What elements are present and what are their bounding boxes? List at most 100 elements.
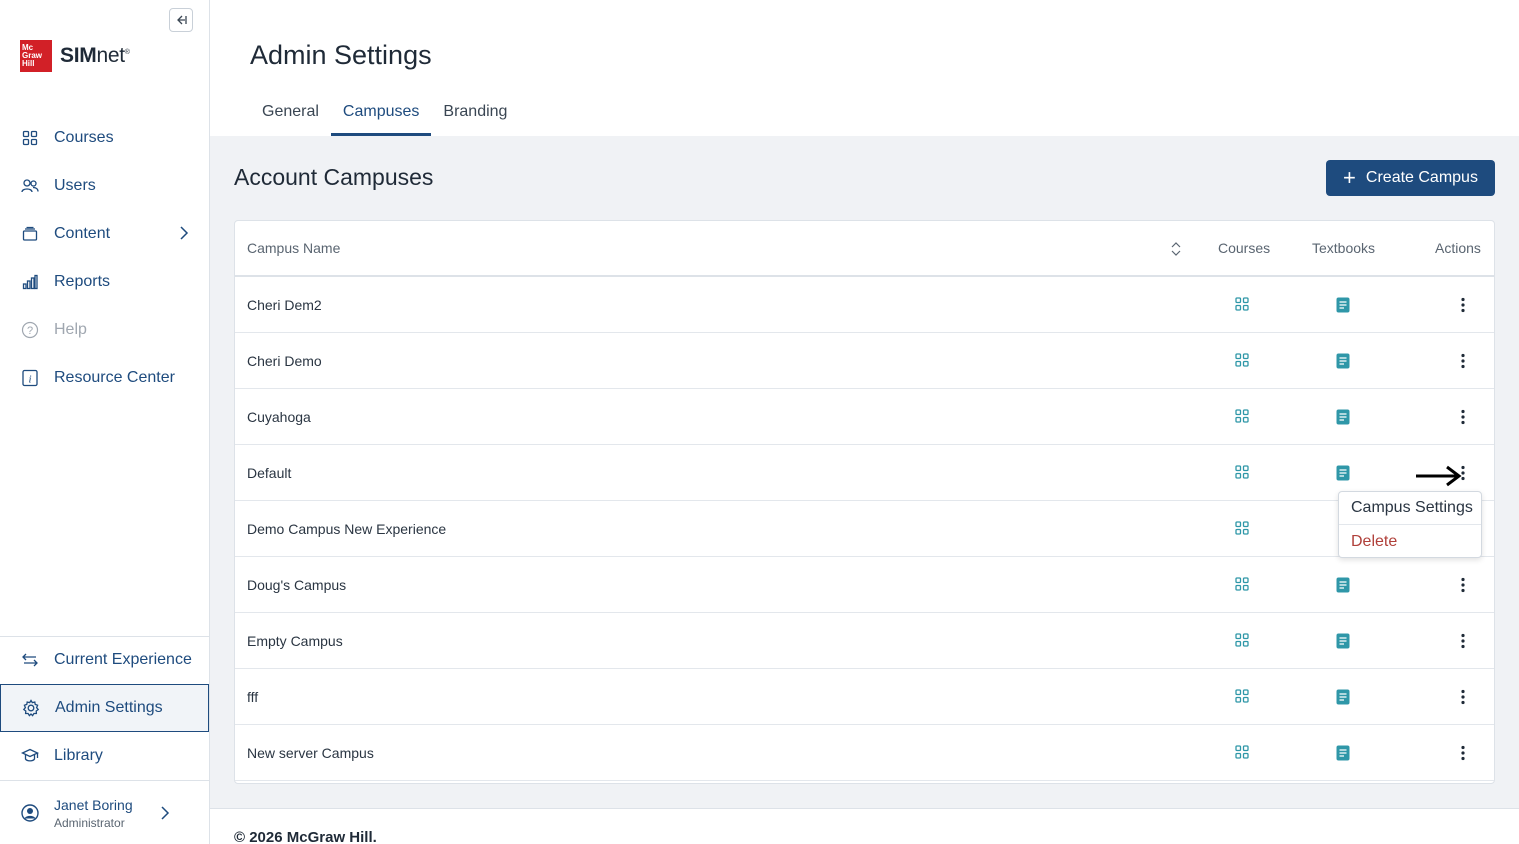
kebab-menu-icon[interactable]: [1455, 407, 1471, 427]
sidebar-item-library[interactable]: Library: [0, 733, 209, 779]
svg-text:?: ?: [27, 325, 33, 337]
tab-general[interactable]: General: [250, 96, 331, 136]
mcgraw-hill-logo: Mc Graw Hill: [20, 40, 52, 72]
tab-campuses[interactable]: Campuses: [330, 96, 432, 136]
sidebar-item-label: Courses: [54, 129, 114, 146]
campus-name: Cuyahoga: [247, 408, 311, 425]
courses-grid-icon[interactable]: [1235, 521, 1249, 540]
kebab-menu-icon[interactable]: [1455, 295, 1471, 315]
info-icon: i: [20, 368, 40, 388]
table-row: Doug's Campus: [235, 557, 1494, 613]
sidebar-item-users[interactable]: Users: [0, 163, 209, 209]
sidebar-divider: [0, 780, 209, 781]
courses-grid-icon[interactable]: [1235, 353, 1249, 372]
sidebar-item-label: Resource Center: [54, 369, 175, 386]
textbook-icon[interactable]: [1336, 577, 1350, 598]
delete-menu-item[interactable]: Delete: [1339, 525, 1481, 558]
sidebar-item-label: Help: [54, 321, 87, 338]
courses-grid-icon[interactable]: [1235, 297, 1249, 316]
courses-grid-icon[interactable]: [1235, 689, 1249, 708]
svg-text:i: i: [28, 374, 31, 386]
pointer-arrow-icon: [1416, 465, 1462, 487]
help-icon: ?: [20, 320, 40, 340]
sidebar-item-label: Users: [54, 177, 96, 194]
sidebar-item-label: Content: [54, 225, 111, 242]
column-header-courses: Courses: [1218, 240, 1271, 256]
sidebar-item-courses[interactable]: Courses: [0, 115, 209, 161]
user-profile[interactable]: Janet Boring Administrator: [0, 782, 209, 844]
sidebar-item-help[interactable]: ? Help: [0, 307, 209, 353]
campus-name: New server Campus: [247, 744, 374, 761]
campus-settings-menu-item[interactable]: Campus Settings: [1339, 492, 1481, 525]
sidebar-item-admin-settings[interactable]: Admin Settings: [0, 684, 209, 732]
column-header-actions: Actions: [1435, 240, 1481, 256]
table-row: Cuyahoga: [235, 389, 1494, 445]
user-avatar-icon: [21, 804, 39, 822]
courses-grid-icon[interactable]: [1235, 465, 1249, 484]
courses-grid-icon[interactable]: [1235, 409, 1249, 428]
textbook-icon[interactable]: [1336, 745, 1350, 766]
users-icon: [20, 176, 40, 196]
courses-grid-icon[interactable]: [1235, 577, 1249, 596]
table-header: Campus Name Courses Textbooks Actions: [235, 221, 1494, 277]
kebab-menu-icon[interactable]: [1455, 351, 1471, 371]
folder-icon: [20, 224, 40, 244]
section-title: Account Campuses: [234, 164, 434, 190]
create-campus-label: Create Campus: [1365, 169, 1478, 186]
footer: © 2026 McGraw Hill.: [210, 808, 1519, 844]
graduation-cap-icon: [20, 746, 40, 766]
tab-branding[interactable]: Branding: [431, 96, 519, 136]
table-body: Cheri Dem2 Cheri Demo Cuyahoga Default Demo …: [235, 277, 1494, 781]
kebab-menu-icon[interactable]: [1455, 743, 1471, 763]
sidebar-item-current-experience[interactable]: Current Experience: [0, 637, 209, 683]
column-header-textbooks: Textbooks: [1312, 240, 1376, 256]
kebab-menu-icon[interactable]: [1455, 687, 1471, 707]
page-title: Admin Settings: [250, 40, 432, 70]
campus-name: Demo Campus New Experience: [247, 520, 447, 537]
sidebar-item-label: Current Experience: [54, 651, 192, 668]
textbook-icon[interactable]: [1336, 689, 1350, 710]
sidebar-item-resource-center[interactable]: i Resource Center: [0, 355, 209, 401]
textbook-icon[interactable]: [1336, 353, 1350, 374]
actions-dropdown-menu: Campus Settings Delete: [1338, 491, 1482, 558]
user-name: Janet Boring: [54, 796, 133, 813]
collapse-sidebar-button[interactable]: [169, 8, 193, 32]
sidebar-item-label: Admin Settings: [55, 699, 163, 716]
column-header-campus-name: Campus Name: [247, 240, 341, 256]
textbook-icon[interactable]: [1336, 297, 1350, 318]
kebab-menu-icon[interactable]: [1455, 631, 1471, 651]
table-row: Cheri Demo: [235, 333, 1494, 389]
campus-name: Empty Campus: [247, 632, 343, 649]
textbook-icon[interactable]: [1336, 465, 1350, 486]
kebab-menu-icon[interactable]: [1455, 575, 1471, 595]
bar-chart-icon: [20, 272, 40, 292]
plus-icon: +: [1343, 165, 1356, 190]
chevron-right-icon: [180, 226, 189, 240]
campus-name: Cheri Dem2: [247, 296, 322, 313]
campuses-table: Campus Name Courses Textbooks Actions Ch…: [234, 220, 1495, 784]
table-row: Demo Campus New Experience: [235, 501, 1494, 557]
swap-icon: [20, 650, 40, 670]
courses-grid-icon[interactable]: [1235, 633, 1249, 652]
campus-name: fff: [247, 688, 259, 705]
simnet-logo: Mc Graw Hill SIMnet®: [20, 40, 130, 72]
textbook-icon[interactable]: [1336, 409, 1350, 430]
table-row: Cheri Dem2: [235, 277, 1494, 333]
table-row: Empty Campus: [235, 613, 1494, 669]
main-content: Admin Settings General Campuses Branding…: [210, 0, 1519, 844]
grid-icon: [20, 128, 40, 148]
tab-bar: General Campuses Branding: [250, 96, 519, 136]
sidebar-item-label: Reports: [54, 273, 111, 290]
gear-icon: [21, 698, 41, 718]
sort-icon[interactable]: [1170, 241, 1182, 257]
textbook-icon[interactable]: [1336, 633, 1350, 654]
table-row: Default: [235, 445, 1494, 501]
sidebar: Mc Graw Hill SIMnet® Courses Users Conte…: [0, 0, 210, 844]
courses-grid-icon[interactable]: [1235, 745, 1249, 764]
create-campus-button[interactable]: + Create Campus: [1326, 160, 1495, 196]
sidebar-item-reports[interactable]: Reports: [0, 259, 209, 305]
sidebar-item-content[interactable]: Content: [0, 211, 209, 257]
campus-name: Default: [247, 464, 292, 481]
campus-name: Doug's Campus: [247, 576, 347, 593]
copyright-text: © 2026 McGraw Hill.: [234, 829, 377, 844]
